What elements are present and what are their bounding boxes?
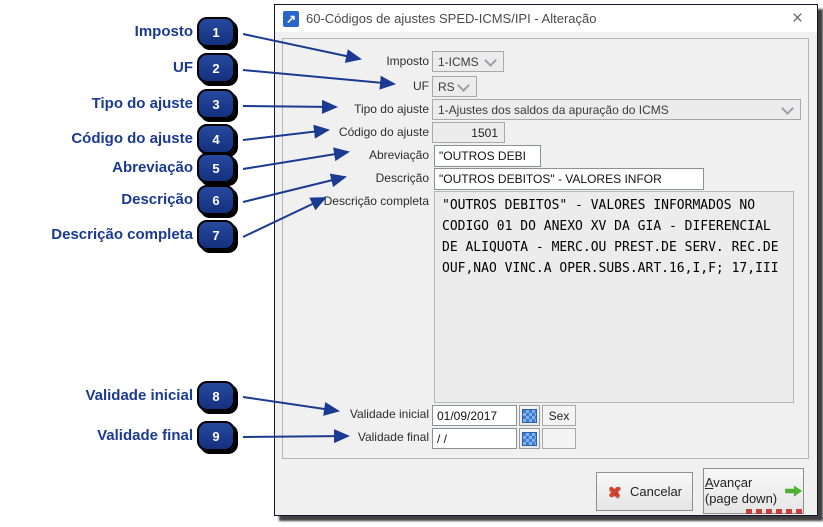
dialog-window: ↗ 60-Códigos de ajustes SPED-ICMS/IPI - … [274, 4, 818, 516]
annotation-label-abreviacao: Abreviação [0, 159, 193, 176]
red-x-icon [607, 484, 622, 499]
annotation-badge-8: 8 [197, 381, 235, 411]
calendar-icon [522, 409, 537, 423]
calendar-icon [522, 432, 537, 446]
annotation-badge-5: 5 [197, 153, 235, 183]
annotation-label-imposto: Imposto [0, 23, 193, 40]
annotation-badge-4: 4 [197, 124, 235, 154]
field-label-tipo-do-ajuste: Tipo do ajuste [279, 102, 429, 116]
validade-final-weekday [542, 428, 576, 449]
next-button[interactable]: Avançar (page down) [703, 468, 804, 514]
annotation-label-descricao: Descrição [0, 191, 193, 208]
abreviacao-input[interactable]: "OUTROS DEBI [434, 145, 541, 167]
field-label-codigo-do-ajuste: Código do ajuste [279, 125, 429, 139]
annotation-badge-7: 7 [197, 220, 235, 250]
tipo-do-ajuste-value: 1-Ajustes dos saldos da apuração do ICMS [438, 103, 669, 117]
descricao-completa-textarea[interactable]: "OUTROS DEBITOS" - VALORES INFORMADOS NO… [434, 191, 794, 403]
next-button-text: Avançar (page down) [705, 475, 777, 507]
validade-inicial-weekday: Sex [542, 405, 576, 426]
imposto-value: 1-ICMS [438, 55, 479, 69]
green-arrow-right-icon [785, 485, 802, 498]
annotation-label-validade-inicial: Validade inicial [0, 387, 193, 404]
cancel-button[interactable]: Cancelar [596, 472, 693, 511]
annotation-label-tipo-do-ajuste: Tipo do ajuste [0, 95, 193, 112]
uf-select[interactable]: RS [432, 76, 477, 97]
field-label-validade-inicial: Validade inicial [279, 407, 429, 421]
validade-inicial-input[interactable]: 01/09/2017 [432, 405, 517, 426]
annotation-badge-3: 3 [197, 89, 235, 119]
dialog-title: 60-Códigos de ajustes SPED-ICMS/IPI - Al… [306, 11, 777, 26]
app-icon: ↗ [283, 11, 299, 27]
close-icon[interactable]: × [784, 9, 811, 28]
field-label-descricao-completa: Descrição completa [279, 194, 429, 208]
field-label-descricao: Descrição [279, 171, 429, 185]
annotation-label-codigo-do-ajuste: Código do ajuste [0, 130, 193, 147]
annotation-label-uf: UF [0, 59, 193, 76]
clipped-red-text [746, 509, 804, 514]
descricao-input[interactable]: "OUTROS DEBITOS" - VALORES INFOR [434, 168, 704, 190]
chevron-down-icon [457, 79, 470, 92]
tipo-do-ajuste-select[interactable]: 1-Ajustes dos saldos da apuração do ICMS [432, 99, 801, 120]
validade-inicial-calendar-button[interactable] [519, 405, 540, 426]
chevron-down-icon [781, 102, 794, 115]
annotation-badge-6: 6 [197, 185, 235, 215]
annotation-label-descricao-completa: Descrição completa [0, 226, 193, 243]
next-button-label: Avançar [705, 475, 752, 491]
imposto-select[interactable]: 1-ICMS [432, 51, 504, 72]
field-label-abreviacao: Abreviação [279, 148, 429, 162]
field-label-imposto: Imposto [279, 54, 429, 68]
dialog-titlebar: ↗ 60-Códigos de ajustes SPED-ICMS/IPI - … [275, 5, 817, 32]
chevron-down-icon [484, 54, 497, 67]
annotation-badge-1: 1 [197, 17, 235, 47]
annotation-badge-2: 2 [197, 53, 235, 83]
annotation-badge-9: 9 [197, 421, 235, 451]
field-label-validade-final: Validade final [279, 430, 429, 444]
next-button-sublabel: (page down) [705, 491, 777, 507]
codigo-do-ajuste-input[interactable]: 1501 [432, 122, 505, 143]
field-label-uf: UF [279, 79, 429, 93]
annotation-label-validade-final: Validade final [0, 427, 193, 444]
validade-final-calendar-button[interactable] [519, 428, 540, 449]
page: Imposto UF Tipo do ajuste Código do ajus… [0, 0, 823, 527]
uf-value: RS [438, 80, 455, 94]
cancel-button-label: Cancelar [630, 484, 682, 499]
validade-final-input[interactable]: / / [432, 428, 517, 449]
